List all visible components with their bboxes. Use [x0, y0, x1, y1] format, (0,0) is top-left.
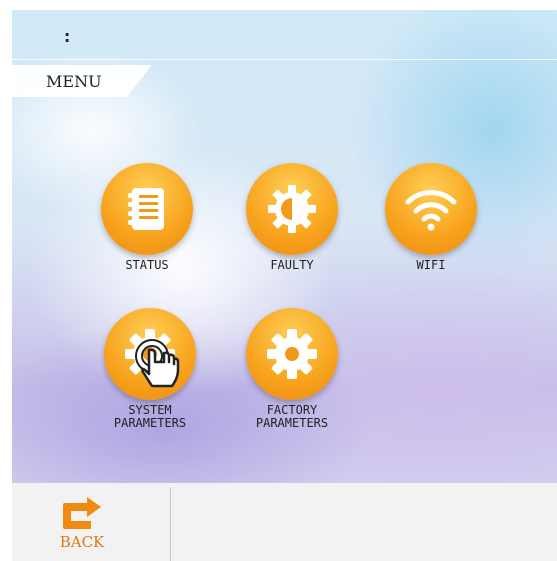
system-parameters-button[interactable]: SYSTEM PARAMETERS — [80, 308, 220, 430]
top-bar: : — [12, 10, 557, 60]
wifi-icon — [385, 163, 477, 255]
divider — [170, 487, 171, 561]
faulty-label: FAULTY — [270, 258, 314, 272]
contrast-gear-icon — [246, 163, 338, 255]
faulty-button[interactable]: FAULTY — [222, 163, 362, 272]
hand-pointer-icon — [135, 339, 180, 388]
divider — [12, 59, 557, 60]
notebook-icon — [101, 163, 193, 255]
status-button[interactable]: STATUS — [77, 163, 217, 272]
back-label: BACK — [59, 533, 105, 551]
gear-icon — [246, 308, 338, 400]
clock: : — [62, 27, 73, 47]
page-title: MENU — [46, 72, 102, 91]
factory-parameters-label: FACTORY PARAMETERS — [255, 403, 329, 430]
system-parameters-label: SYSTEM PARAMETERS — [113, 403, 187, 430]
return-arrow-icon — [63, 497, 101, 529]
factory-parameters-button[interactable]: FACTORY PARAMETERS — [222, 308, 362, 430]
wifi-label: WIFI — [416, 258, 446, 272]
back-button[interactable]: BACK — [52, 495, 112, 561]
status-label: STATUS — [125, 258, 169, 272]
gear-icon — [104, 308, 196, 400]
wifi-button[interactable]: WIFI — [361, 163, 501, 272]
hmi-screen: : MENU STATUS FAULTY WIFI SYSTEM PARAMET… — [12, 10, 557, 561]
